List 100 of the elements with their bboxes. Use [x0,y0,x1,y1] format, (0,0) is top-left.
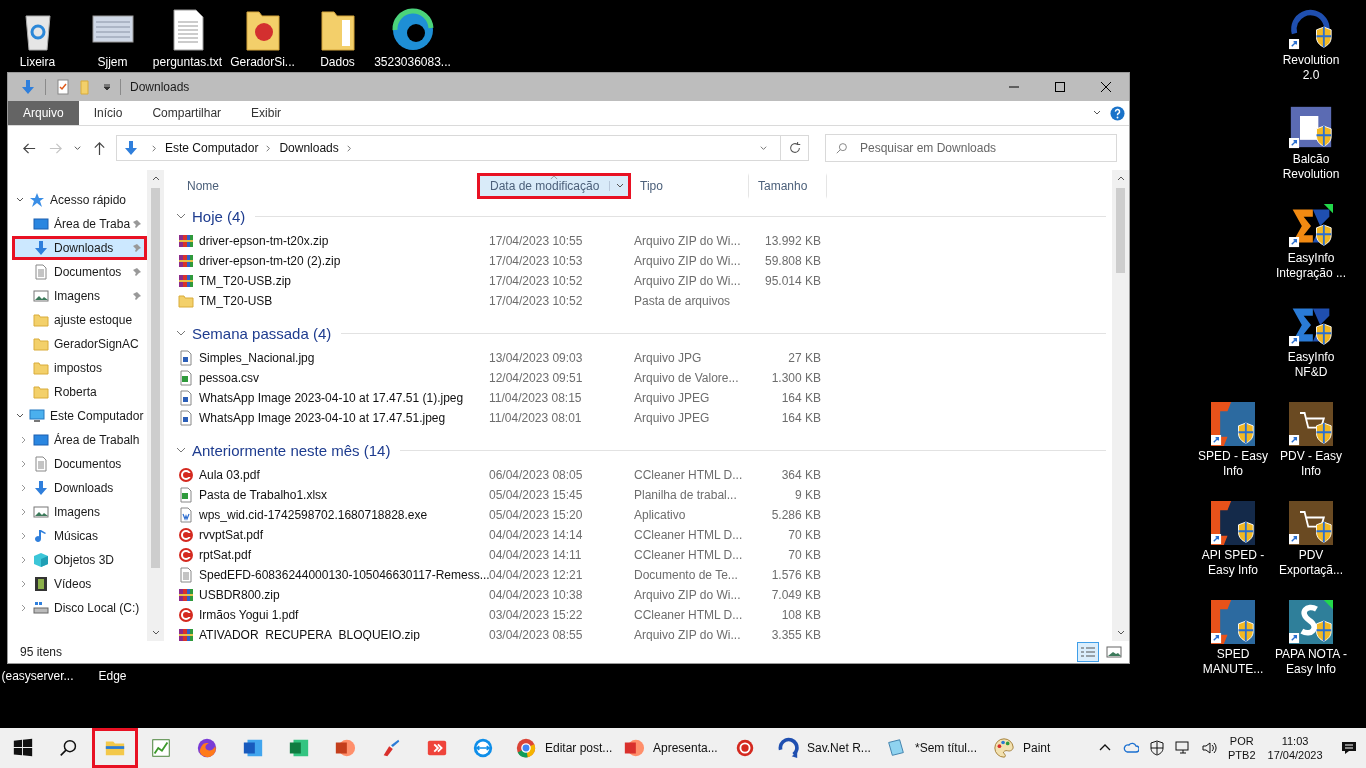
square-logo-icon[interactable] [1211,501,1255,545]
file-name[interactable]: Irmãos Yogui 1.pdf [199,608,299,622]
ribbon-tab[interactable]: Compartilhar [137,101,237,125]
taskbar-button[interactable]: Editar post... [506,728,614,768]
file-name[interactable]: Simples_Nacional.jpg [199,351,315,365]
column-header[interactable]: Tipo [631,173,749,199]
file-name[interactable]: wps_wid.cid-1742598702.1680718828.exe [199,508,428,522]
column-header[interactable]: Nome [174,173,477,199]
sidebar-item[interactable]: Roberta [12,380,147,404]
sidebar-item[interactable]: Imagens [12,500,147,524]
ribbon-tab[interactable]: Arquivo [8,101,79,125]
file-name[interactable]: ATIVADOR_RECUPERA_BLOQUEIO.zip [199,628,420,641]
search-field[interactable]: Pesquisar em Downloads [825,134,1117,162]
file-name[interactable]: Aula 03.pdf [199,468,260,482]
scrollbar-thumb[interactable] [151,188,160,568]
caret-down-icon[interactable] [102,82,112,92]
file-name[interactable]: TM_T20-USB.zip [199,274,292,288]
group-header[interactable]: Hoje (4) [192,207,246,225]
file-name[interactable]: driver-epson-tm-t20 (2).zip [199,254,341,268]
scrollbar[interactable] [147,170,164,641]
swirl-logo-icon[interactable] [390,8,435,52]
file-name[interactable]: driver-epson-tm-t20x.zip [199,234,329,248]
sidebar-item[interactable]: Objetos 3D [12,548,147,572]
file-name[interactable]: TM_T20-USB [199,294,273,308]
desktop-icon-label[interactable]: 3523036083... [374,55,451,70]
taskbar-button[interactable]: Sav.Net R... [768,728,876,768]
file-name[interactable]: WhatsApp Image 2023-04-10 at 17.47.51 (1).jpeg [199,391,464,405]
desktop-icon-label[interactable]: PDV Exportaçã... [1273,548,1349,578]
sidebar-item[interactable]: Este Computador [8,404,147,428]
desktop-icon-label[interactable]: Dados [320,55,355,70]
desktop-icon-label[interactable]: EasyInfo Integração ... [1273,251,1349,281]
breadcrumb-item[interactable]: Downloads [279,141,339,155]
chevron-down-icon[interactable] [759,143,768,153]
desktop-icon-label[interactable]: Balcão Revolution [1273,152,1349,182]
desktop-icon-label[interactable]: API SPED - Easy Info [1195,548,1271,578]
file-name[interactable]: WhatsApp Image 2023-04-10 at 17.47.51.jpeg [199,411,446,425]
file-name[interactable]: rptSat.pdf [199,548,252,562]
network-icon[interactable] [1175,740,1191,756]
desktop-icon-label[interactable]: SPED - Easy Info [1195,449,1271,479]
desktop-icon-label[interactable]: perguntas.txt [152,55,223,70]
desktop-icon-label[interactable]: Sjjem [97,55,128,70]
sidebar-item[interactable]: GeradorSignAC [12,332,147,356]
shopping-cart-icon[interactable] [1289,501,1333,545]
language-indicator[interactable]: POR PTB2 [1222,734,1262,762]
column-header[interactable]: Data de modificação [477,173,631,199]
desktop-icon-label[interactable]: Revolution 2.0 [1273,53,1349,83]
speaker-icon[interactable] [1201,740,1217,756]
pin-icon[interactable] [132,267,142,277]
shield-icon[interactable] [1149,740,1165,756]
taskbar-button[interactable]: Apresenta... [614,728,722,768]
chevron-right-icon[interactable] [150,143,159,153]
shopping-cart-icon[interactable] [1289,402,1333,446]
taskbar-button[interactable]: Paint [984,728,1092,768]
help-icon[interactable] [1110,105,1125,121]
taskbar-button[interactable]: *Sem títul... [876,728,984,768]
group-header[interactable]: Anteriormente neste mês (14) [192,441,391,459]
ribbon-tab[interactable]: Exibir [236,101,297,125]
notification-icon[interactable] [1340,740,1357,756]
desktop-icon-label[interactable]: Lixeira [19,55,56,70]
sidebar-item[interactable]: Área de Trabalh [12,428,147,452]
clipboard-icon[interactable] [1289,105,1333,149]
scrollbar[interactable] [1112,170,1129,641]
file-name[interactable]: SpedEFD-60836244000130-105046630117-Remess... [199,568,490,582]
sidebar-item[interactable]: Downloads [12,236,147,260]
cloud-icon[interactable] [1123,740,1139,756]
sidebar-item[interactable]: impostos [12,356,147,380]
desktop-icon-label[interactable]: GeradorSi... [230,55,295,70]
refresh-button[interactable] [781,135,809,161]
sidebar-item[interactable]: ajuste estoque [12,308,147,332]
sidebar-item[interactable]: Documentos [12,260,147,284]
breadcrumb-item[interactable]: Este Computador [165,141,259,155]
chevron-right-icon[interactable] [344,143,354,153]
file-name[interactable]: Pasta de Trabalho1.xlsx [199,488,328,502]
pin-icon[interactable] [132,219,142,229]
properties-icon[interactable] [55,79,71,95]
letter-logo-icon[interactable] [1289,600,1333,644]
sidebar-item[interactable]: Vídeos [12,572,147,596]
scrollbar-thumb[interactable] [1116,188,1125,273]
sidebar-item[interactable]: Disco Local (C:) [12,596,147,620]
address-bar[interactable]: Este Computador Downloads [116,135,781,161]
chevron-down-icon[interactable] [176,445,186,455]
chevron-down-icon[interactable] [176,211,186,221]
desktop-icon-label[interactable]: PAPA NOTA - Easy Info [1273,647,1349,677]
desktop-icon-label[interactable]: (easyserver... [0,669,75,684]
file-name[interactable]: USBDR800.zip [199,588,280,602]
pin-icon[interactable] [132,291,142,301]
sigma-logo-icon[interactable] [1289,204,1333,248]
desktop-icon-label[interactable]: SPED MANUTE... [1195,647,1271,677]
sidebar-item[interactable]: Documentos [12,452,147,476]
clock[interactable]: 11:03 17/04/2023 [1261,734,1329,762]
chevron-down-icon[interactable] [176,328,186,338]
desktop-icon-label[interactable]: EasyInfo NF&D [1273,350,1349,380]
file-name[interactable]: pessoa.csv [199,371,260,385]
file-name[interactable]: rvvptSat.pdf [199,528,264,542]
sidebar-item[interactable]: Acesso rápido [8,188,147,212]
sidebar-item[interactable]: Músicas [12,524,147,548]
ribbon-tab[interactable]: Início [78,101,138,125]
sidebar-item[interactable]: Downloads [12,476,147,500]
group-header[interactable]: Semana passada (4) [192,324,332,342]
sidebar-item[interactable]: Imagens [12,284,147,308]
